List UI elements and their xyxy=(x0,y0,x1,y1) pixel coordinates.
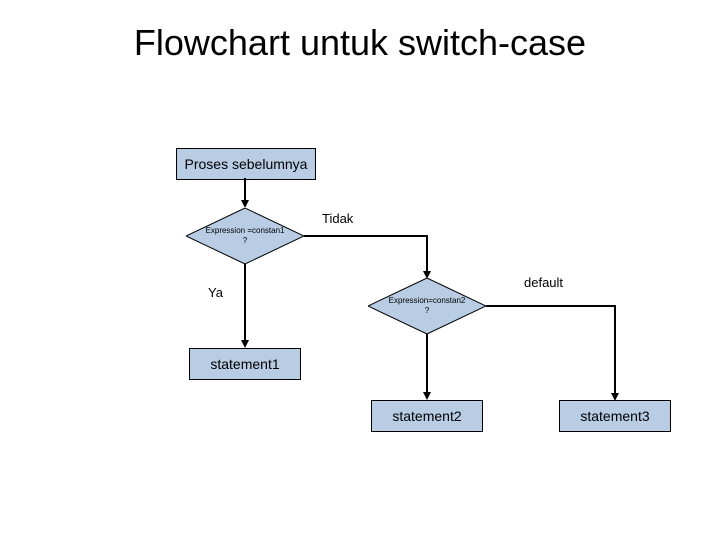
flow-node-statement-3: statement3 xyxy=(559,400,671,432)
decision-1-label: Expression =constan1 ? xyxy=(186,208,304,264)
flow-node-decision-1: Expression =constan1 ? xyxy=(186,208,304,264)
connector xyxy=(426,235,428,273)
statement-1-label: statement1 xyxy=(210,356,279,372)
flow-node-decision-2: Expression=constan2 ? xyxy=(368,278,486,334)
edge-label-tidak: Tidak xyxy=(322,211,353,226)
connector xyxy=(304,235,428,237)
decision-2-label: Expression=constan2 ? xyxy=(368,278,486,334)
connector xyxy=(244,264,246,342)
connector xyxy=(486,305,616,307)
arrow-down-icon xyxy=(423,392,431,400)
statement-2-label: statement2 xyxy=(392,408,461,424)
flow-node-statement-1: statement1 xyxy=(189,348,301,380)
edge-label-ya: Ya xyxy=(208,285,223,300)
flow-node-previous-process: Proses sebelumnya xyxy=(176,148,316,180)
arrow-down-icon xyxy=(241,340,249,348)
edge-label-default: default xyxy=(524,275,563,290)
statement-3-label: statement3 xyxy=(580,408,649,424)
connector xyxy=(244,178,246,202)
connector xyxy=(614,305,616,395)
arrow-down-icon xyxy=(241,200,249,208)
previous-process-label: Proses sebelumnya xyxy=(185,156,308,172)
connector xyxy=(426,334,428,394)
page-title: Flowchart untuk switch-case xyxy=(0,22,720,64)
flow-node-statement-2: statement2 xyxy=(371,400,483,432)
